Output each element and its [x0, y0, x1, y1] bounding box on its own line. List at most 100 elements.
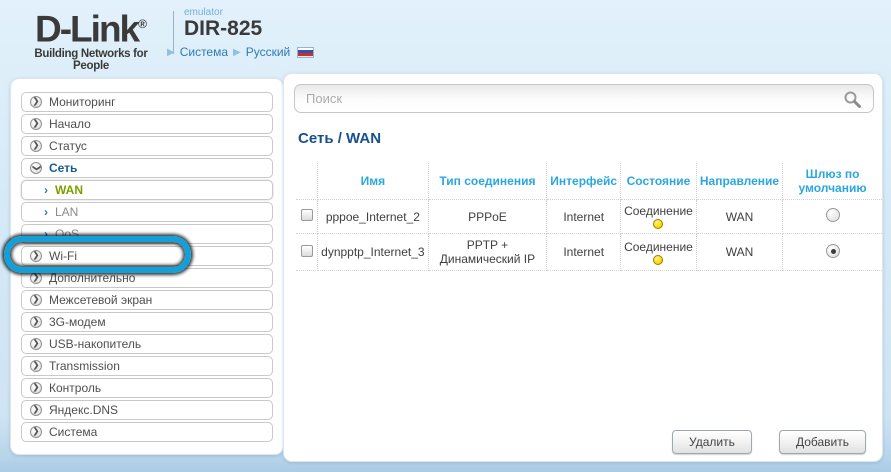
flag-stripe: [298, 53, 314, 57]
language-link[interactable]: Русский: [246, 45, 291, 59]
registered-mark-icon: ®: [138, 17, 147, 31]
chevron-glyph: ❯: [32, 316, 40, 326]
state-label: Соединение: [624, 239, 693, 254]
action-buttons: Удалить Добавить: [671, 430, 866, 454]
chevron-glyph: ❯: [31, 164, 41, 172]
chevron-right-circle-icon: ❯: [30, 382, 42, 394]
direction-cell: WAN: [695, 199, 784, 234]
sidebar-item-label: USB-накопитель: [49, 337, 142, 351]
default-gateway-radio[interactable]: [825, 243, 840, 258]
sidebar-item-yandex-dns[interactable]: ❯ Яндекс.DNS: [21, 400, 273, 420]
chevron-right-circle-icon: ❯: [30, 140, 42, 152]
dlink-logo-text: D-Link®: [16, 5, 166, 48]
sidebar-item-control[interactable]: ❯ Контроль: [21, 378, 273, 398]
chevron-glyph: ❯: [32, 426, 40, 436]
add-button[interactable]: Добавить: [778, 430, 866, 454]
connection-type: PPPoE: [427, 199, 548, 234]
page-title: Сеть / WAN: [298, 130, 382, 147]
connection-name: dynpptp_Internet_3: [317, 233, 429, 271]
sidebar-item-label: Контроль: [49, 381, 102, 395]
sidebar-item-wifi[interactable]: ❯ Wi-Fi: [21, 246, 273, 266]
connection-type: PPTP + Динамический IP: [427, 233, 548, 271]
sidebar-item-usb-storage[interactable]: ❯ USB-накопитель: [21, 334, 273, 354]
sidebar-item-lan[interactable]: › LAN: [21, 202, 273, 222]
chevron-glyph: ❯: [32, 382, 40, 392]
state-cell: Соединение: [620, 233, 697, 271]
chevron-right-circle-icon: ❯: [30, 118, 42, 130]
chevron-down-circle-icon: ❯: [30, 162, 42, 174]
sidebar-item-system[interactable]: ❯ Система: [21, 422, 273, 442]
sidebar-item-wan[interactable]: › WAN: [21, 180, 273, 200]
column-header-3: Интерфейс: [546, 163, 622, 200]
sidebar-item-label: Межсетевой экран: [49, 293, 153, 307]
arrow-icon: ▶: [167, 46, 175, 58]
status-yellow-dot-icon: [653, 254, 664, 265]
row-checkbox[interactable]: [300, 244, 313, 257]
table-row: pppoe_Internet_2 PPPoE Internet Соединение W…: [296, 199, 882, 234]
column-header-0: [296, 163, 319, 200]
logo-tagline: Building Networks for People: [34, 48, 148, 73]
sidebar-item-label: Мониторинг: [49, 95, 116, 109]
dlink-logo: D-Link® Building Networks for People: [16, 5, 166, 73]
default-gateway-radio[interactable]: [825, 208, 840, 222]
sidebar-item-label: Яндекс.DNS: [49, 403, 119, 417]
gateway-cell: [782, 199, 882, 234]
chevron-right-circle-icon: ❯: [30, 294, 42, 306]
chevron-right-icon: ›: [44, 183, 48, 197]
chevron-glyph: ❯: [32, 294, 40, 304]
sidebar-item-label: QoS: [55, 227, 80, 241]
sidebar-item-transmission[interactable]: ❯ Transmission: [21, 356, 273, 376]
header: D-Link® Building Networks for People emu…: [0, 0, 891, 73]
search-input[interactable]: [294, 84, 874, 113]
sidebar-item-label: 3G-модем: [49, 315, 106, 329]
table-header-row: Имя Тип соединения Интерфейс Состояние Напра…: [296, 163, 882, 200]
sidebar-item-label: Дополнительно: [49, 271, 136, 285]
chevron-glyph: ❯: [32, 404, 40, 414]
sidebar-item-label: Начало: [49, 117, 91, 131]
russian-flag-icon[interactable]: [297, 46, 315, 58]
interface-cell: Internet: [546, 199, 622, 234]
table-row: dynpptp_Internet_3 PPTP + Динамический IP…: [296, 233, 882, 271]
direction-cell: WAN: [695, 233, 784, 271]
sidebar-item-label: Transmission: [49, 359, 120, 373]
sidebar-item-qos[interactable]: › QoS: [21, 224, 273, 244]
sidebar-item-advanced[interactable]: ❯ Дополнительно: [21, 268, 273, 288]
row-checkbox[interactable]: [300, 209, 313, 221]
column-header-1: Имя: [317, 163, 429, 200]
logo-wordmark: D-Link: [35, 8, 140, 50]
sidebar-item-label: Сеть: [49, 161, 78, 175]
sidebar-item-start[interactable]: ❯ Начало: [21, 114, 273, 134]
sidebar-item-network[interactable]: ❯ Сеть: [21, 158, 273, 178]
header-links: ▶ Система ▶ Русский: [167, 45, 315, 59]
sidebar-item-3g-modem[interactable]: ❯ 3G-модем: [21, 312, 273, 332]
column-header-2: Тип соединения: [427, 163, 548, 200]
chevron-right-icon: ›: [44, 227, 48, 241]
model-block: emulator DIR-825: [184, 7, 262, 40]
state-cell: Соединение: [620, 199, 697, 234]
sidebar-item-firewall[interactable]: ❯ Межсетевой экран: [21, 290, 273, 310]
chevron-right-circle-icon: ❯: [30, 426, 42, 438]
chevron-glyph: ❯: [32, 250, 40, 260]
connection-name: pppoe_Internet_2: [317, 199, 429, 234]
chevron-glyph: ❯: [32, 360, 40, 370]
chevron-right-circle-icon: ❯: [30, 360, 42, 372]
chevron-glyph: ❯: [32, 272, 40, 282]
chevron-glyph: ❯: [32, 96, 40, 106]
column-header-4: Состояние: [620, 163, 697, 200]
wan-connections-table: Имя Тип соединения Интерфейс Состояние Напра…: [296, 163, 882, 271]
chevron-right-icon: ›: [44, 205, 48, 219]
sidebar: ❯ Мониторинг ❯ Начало ❯ Статус ❯ Сеть › WAN › LAN › Q…: [10, 78, 284, 455]
delete-button[interactable]: Удалить: [671, 430, 752, 454]
chevron-right-circle-icon: ❯: [30, 338, 42, 350]
model-name: DIR-825: [184, 17, 263, 40]
sidebar-item-label: Wi-Fi: [49, 249, 77, 263]
sidebar-menu: ❯ Мониторинг ❯ Начало ❯ Статус ❯ Сеть › WAN › LAN › Q…: [20, 92, 274, 442]
sidebar-item-monitoring[interactable]: ❯ Мониторинг: [21, 92, 273, 112]
sidebar-item-status[interactable]: ❯ Статус: [21, 136, 273, 156]
chevron-glyph: ❯: [32, 338, 40, 348]
chevron-glyph: ❯: [32, 140, 40, 150]
sidebar-item-label: WAN: [55, 183, 83, 197]
column-header-6: Шлюз по умолчанию: [782, 163, 882, 200]
main-panel: Сеть / WAN ИмяТип соединенияИнтерфейсСос…: [283, 73, 883, 462]
system-link[interactable]: Система: [180, 45, 228, 59]
